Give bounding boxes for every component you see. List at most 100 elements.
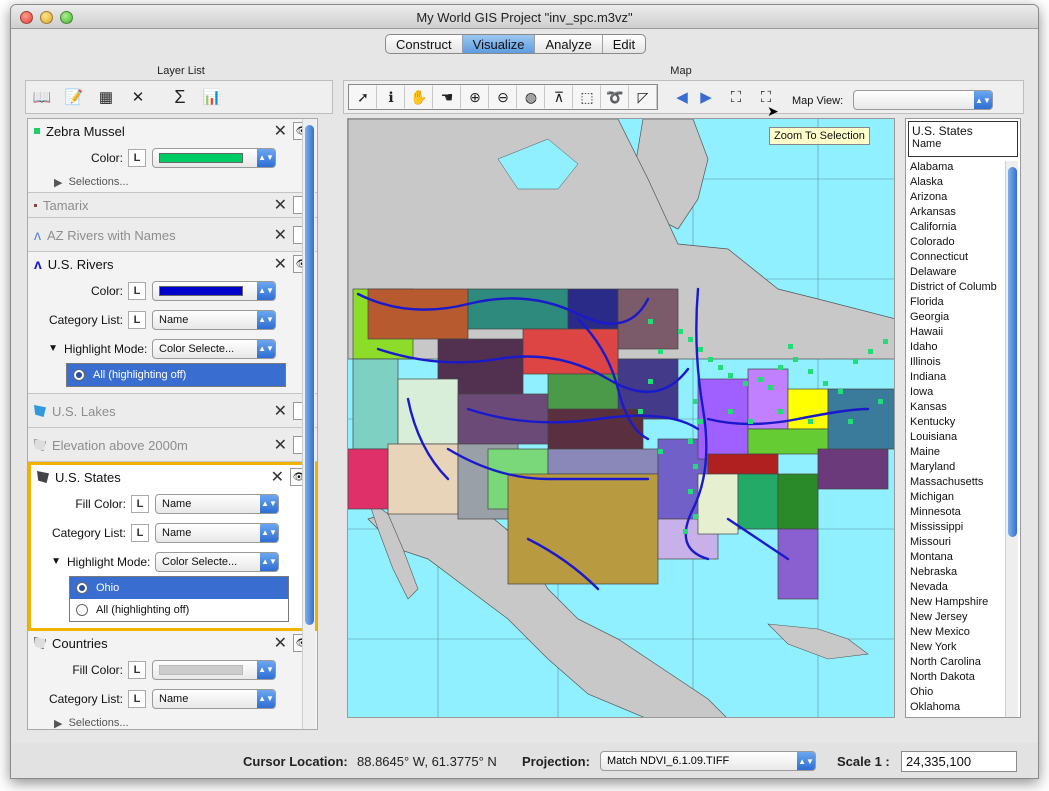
pan-hand-icon[interactable]: ✋ [405, 85, 433, 109]
layer-zebra-mussel[interactable]: Zebra Mussel ✕ 👁 Color: L ▲▼ ▶ Selection… [28, 119, 317, 193]
table-icon[interactable]: ▦ [94, 85, 118, 109]
legend-icon[interactable]: L [131, 523, 149, 542]
state-list-item[interactable]: Georgia [908, 311, 1006, 326]
legend-icon[interactable]: L [128, 148, 146, 167]
state-list-item[interactable]: Kentucky [908, 416, 1006, 431]
state-list-item[interactable]: Alabama [908, 161, 1006, 176]
state-list-item[interactable]: New York [908, 641, 1006, 656]
projection-select[interactable]: Match NDVI_6.1.09.TIFF ▲▼ [600, 751, 816, 771]
remove-layer-icon[interactable]: ✕ [274, 225, 287, 245]
layer-us-lakes[interactable]: U.S. Lakes ✕ [28, 394, 317, 428]
info-icon[interactable]: ℹ [377, 85, 405, 109]
remove-layer-icon[interactable]: ✕ [274, 633, 287, 653]
state-list-item[interactable]: Oklahoma [908, 701, 1006, 716]
state-list-item[interactable]: Kansas [908, 401, 1006, 416]
state-list-item[interactable]: Connecticut [908, 251, 1006, 266]
globe-icon[interactable]: ◍ [517, 85, 545, 109]
state-list-item[interactable]: New Hampshire [908, 596, 1006, 611]
pointer-icon[interactable]: ➚ [349, 85, 377, 109]
layer-az-rivers[interactable]: ʌ AZ Rivers with Names ✕ [28, 218, 317, 252]
map-canvas[interactable] [347, 118, 895, 718]
state-list-item[interactable]: Delaware [908, 266, 1006, 281]
tab-construct[interactable]: Construct [386, 35, 463, 53]
color-select[interactable]: ▲▼ [152, 147, 276, 168]
highlight-mode-select[interactable]: Color Selecte... ▲▼ [152, 338, 276, 359]
fill-color-select[interactable]: Name ▲▼ [155, 493, 279, 514]
highlight-mode-select[interactable]: Color Selecte... ▲▼ [155, 551, 279, 572]
state-list-item[interactable]: New Jersey [908, 611, 1006, 626]
state-list-item[interactable]: Minnesota [908, 506, 1006, 521]
state-list-item[interactable]: Arizona [908, 191, 1006, 206]
state-list-item[interactable]: Illinois [908, 356, 1006, 371]
legend-icon[interactable]: L [128, 689, 146, 708]
fill-color-select[interactable]: ▲▼ [152, 659, 276, 680]
layer-elevation[interactable]: Elevation above 2000m ✕ [28, 428, 317, 462]
selections-disclosure[interactable]: ▶ Selections... [28, 713, 317, 729]
legend-icon[interactable]: L [128, 660, 146, 679]
remove-layer-icon[interactable]: ✕ [274, 254, 287, 274]
remove-layer-icon[interactable]: ✕ [274, 121, 287, 141]
category-select[interactable]: Name ▲▼ [155, 522, 279, 543]
scale-input[interactable]: 24,335,100 [901, 751, 1017, 772]
disclosure-open-icon[interactable]: ▼ [31, 556, 67, 567]
state-list-item[interactable]: New Mexico [908, 626, 1006, 641]
map-view-select[interactable]: ▲▼ [853, 90, 993, 110]
scroll-thumb[interactable] [1008, 167, 1017, 537]
state-list-item[interactable]: Idaho [908, 341, 1006, 356]
measure-icon[interactable]: ⊼ [545, 85, 573, 109]
layer-countries[interactable]: Countries ✕ 👁 Fill Color: L ▲▼ Category … [28, 631, 317, 729]
zoom-in-icon[interactable]: ⊕ [461, 85, 489, 109]
layer-us-states[interactable]: U.S. States ✕ 👁 Fill Color: L Name ▲▼ Ca… [28, 462, 317, 631]
tab-visualize[interactable]: Visualize [462, 35, 536, 53]
cut-icon[interactable]: ✕ [126, 85, 150, 109]
state-list-item[interactable]: Nevada [908, 581, 1006, 596]
highlight-option-all[interactable]: All (highlighting off) [70, 599, 288, 621]
selections-disclosure[interactable]: ▶ Selections... [28, 172, 317, 192]
zoom-extent-icon[interactable]: ⛶ [724, 85, 748, 109]
state-list-item[interactable]: Iowa [908, 386, 1006, 401]
book-icon[interactable]: 📖 [30, 85, 54, 109]
state-list-item[interactable]: Mississippi [908, 521, 1006, 536]
profile-icon[interactable]: ◸ [629, 85, 657, 109]
state-list-item[interactable]: Nebraska [908, 566, 1006, 581]
state-list-item[interactable]: Ohio [908, 686, 1006, 701]
zoom-out-icon[interactable]: ⊖ [489, 85, 517, 109]
sum-icon[interactable]: Σ [168, 85, 192, 109]
edit-note-icon[interactable]: 📝 [62, 85, 86, 109]
state-list-item[interactable]: Alaska [908, 176, 1006, 191]
remove-layer-icon[interactable]: ✕ [274, 401, 287, 421]
state-list-item[interactable]: Colorado [908, 236, 1006, 251]
tab-edit[interactable]: Edit [603, 35, 645, 53]
state-list-item[interactable]: District of Columb [908, 281, 1006, 296]
histogram-icon[interactable]: 📊 [200, 85, 224, 109]
state-list-item[interactable]: Missouri [908, 536, 1006, 551]
state-list-item[interactable]: Michigan [908, 491, 1006, 506]
layer-us-rivers[interactable]: ʌ U.S. Rivers ✕ 👁 Color: L ▲▼ Category L… [28, 252, 317, 394]
tab-analyze[interactable]: Analyze [535, 35, 603, 53]
category-select[interactable]: Name ▲▼ [152, 688, 276, 709]
state-list-item[interactable]: Indiana [908, 371, 1006, 386]
state-list-item[interactable]: Arkansas [908, 206, 1006, 221]
state-list-item[interactable]: Florida [908, 296, 1006, 311]
highlight-option-ohio[interactable]: Ohio [70, 577, 288, 599]
lasso-icon[interactable]: ➰ [601, 85, 629, 109]
state-list-scrollbar[interactable] [1005, 161, 1018, 717]
state-list-item[interactable]: North Dakota [908, 671, 1006, 686]
color-select[interactable]: ▲▼ [152, 280, 276, 301]
state-list-item[interactable]: Hawaii [908, 326, 1006, 341]
layer-tamarix[interactable]: Tamarix ✕ [28, 193, 317, 218]
layer-list-scrollbar[interactable] [302, 119, 315, 729]
legend-icon[interactable]: L [128, 310, 146, 329]
state-list-item[interactable]: North Carolina [908, 656, 1006, 671]
remove-layer-icon[interactable]: ✕ [274, 435, 287, 455]
disclosure-open-icon[interactable]: ▼ [28, 343, 64, 354]
legend-icon[interactable]: L [131, 494, 149, 513]
state-list-item[interactable]: Maryland [908, 461, 1006, 476]
state-list-item[interactable]: Maine [908, 446, 1006, 461]
forward-icon[interactable]: ▶ [694, 85, 718, 109]
state-list-item[interactable]: Louisiana [908, 431, 1006, 446]
state-list-item[interactable]: California [908, 221, 1006, 236]
highlight-option-all[interactable]: All (highlighting off) [67, 364, 285, 386]
state-list-item[interactable]: Montana [908, 551, 1006, 566]
state-list-item[interactable]: Massachusetts [908, 476, 1006, 491]
